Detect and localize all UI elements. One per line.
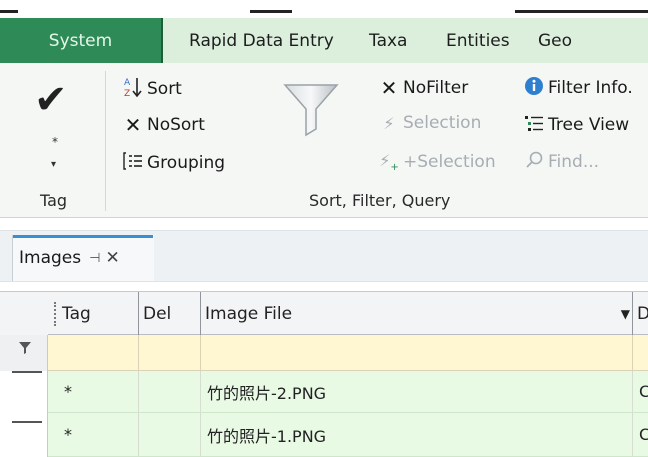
column-header-tag[interactable]: Tag [58, 292, 138, 336]
tree-view-button[interactable]: Tree View [523, 113, 629, 137]
cell-tag[interactable]: * [58, 371, 138, 412]
cell-del[interactable] [138, 371, 200, 412]
row-selector[interactable] [0, 371, 48, 413]
cell-tag[interactable]: * [58, 413, 138, 456]
ribbon-panel: ✔ * ▾ Tag A Z Sort ✕ NoSort Grouping ✕ N… [0, 63, 648, 218]
row-selector[interactable] [0, 413, 48, 457]
column-header-image-file[interactable]: Image File ▼ [200, 292, 632, 336]
table-row[interactable]: * 竹的照片-2.PNG C [0, 371, 648, 413]
nosort-button[interactable]: ✕ NoSort [122, 113, 205, 137]
tree-view-icon [523, 113, 545, 137]
lightning-icon: ⚡ [383, 113, 395, 133]
funnel-icon[interactable] [283, 79, 339, 139]
tag-star: * [52, 135, 58, 149]
tab-entities[interactable]: Entities [440, 18, 530, 63]
dropdown-arrow-icon[interactable]: ▼ [621, 307, 630, 321]
column-header-del[interactable]: Del [138, 292, 200, 336]
selection-button[interactable]: ⚡ Selection [378, 113, 481, 133]
plus-selection-button[interactable]: ⚡+ +Selection [378, 151, 496, 174]
cell-d[interactable]: C [632, 413, 648, 456]
grid-header: Tag Del Image File ▼ D [0, 291, 648, 336]
magnifier-icon [523, 151, 545, 173]
title-mark [515, 10, 648, 13]
filter-info-label: Filter Info. [548, 78, 633, 98]
document-tab-strip: Images ⊣ ✕ [0, 230, 648, 282]
tab-images[interactable]: Images ⊣ ✕ [12, 235, 154, 281]
filter-cell-del[interactable] [138, 335, 200, 370]
cell-d[interactable]: C [632, 371, 648, 412]
info-icon [523, 76, 545, 100]
tab-geo[interactable]: Geo [530, 18, 590, 63]
sort-filter-group-label: Sort, Filter, Query [309, 191, 451, 210]
filter-cell-tag[interactable] [58, 335, 138, 370]
x-icon: ✕ [380, 76, 398, 100]
filter-row[interactable] [0, 335, 648, 371]
checkmark-icon[interactable]: ✔ [34, 77, 68, 123]
filter-cell-image-file[interactable] [200, 335, 632, 370]
row-marker [12, 421, 42, 423]
chevron-down-icon[interactable]: ▾ [51, 159, 56, 170]
svg-text:A: A [124, 78, 131, 88]
find-label: Find... [548, 152, 600, 172]
ribbon-spacer [0, 218, 648, 230]
title-mark [250, 10, 292, 13]
nofilter-label: NoFilter [403, 78, 469, 98]
svg-text:Z: Z [124, 89, 130, 98]
grouping-icon [122, 151, 144, 175]
sort-az-icon: A Z [122, 76, 144, 102]
filter-cell-d[interactable] [632, 335, 648, 370]
tag-group-label: Tag [40, 191, 68, 210]
tab-rapid-data-entry[interactable]: Rapid Data Entry [173, 18, 355, 63]
cell-image-file[interactable]: 竹的照片-2.PNG [200, 371, 632, 412]
filter-row-selector [0, 335, 48, 371]
ribbon-tab-bar: System Rapid Data Entry Taxa Entities Ge… [0, 18, 648, 63]
selection-label: Selection [403, 113, 482, 133]
title-mark [0, 10, 18, 13]
find-button[interactable]: Find... [523, 151, 599, 173]
close-icon[interactable]: ✕ [105, 248, 119, 268]
nofilter-button[interactable]: ✕ NoFilter [378, 76, 469, 100]
lightning-plus-icon: ⚡+ [379, 151, 399, 174]
header-corner [0, 292, 56, 336]
pin-icon[interactable]: ⊣ [89, 251, 100, 266]
tab-system[interactable]: System [0, 18, 163, 63]
images-grid: Tag Del Image File ▼ D * 竹的照片-2.PNG C * … [0, 291, 648, 457]
sort-label: Sort [147, 79, 182, 99]
title-strip [0, 0, 648, 18]
grouping-button[interactable]: Grouping [122, 151, 225, 175]
cell-del[interactable] [138, 413, 200, 456]
active-tab-indicator [13, 235, 153, 238]
table-row[interactable]: * 竹的照片-1.PNG C [0, 413, 648, 457]
tab-images-label: Images [19, 248, 82, 268]
row-marker [12, 371, 42, 373]
grouping-label: Grouping [147, 153, 226, 173]
filter-icon[interactable] [18, 341, 32, 355]
filter-info-button[interactable]: Filter Info. [523, 76, 633, 100]
x-icon: ✕ [124, 113, 142, 137]
cell-image-file[interactable]: 竹的照片-1.PNG [200, 413, 632, 456]
image-file-header-label: Image File [205, 304, 293, 324]
column-header-d[interactable]: D [632, 292, 648, 336]
sort-button[interactable]: A Z Sort [122, 76, 182, 102]
tab-taxa[interactable]: Taxa [355, 18, 440, 63]
drag-handle-icon[interactable] [54, 302, 56, 326]
group-divider [105, 71, 106, 211]
nosort-label: NoSort [147, 115, 205, 135]
plus-selection-label: +Selection [403, 152, 496, 173]
tree-view-label: Tree View [548, 115, 630, 135]
